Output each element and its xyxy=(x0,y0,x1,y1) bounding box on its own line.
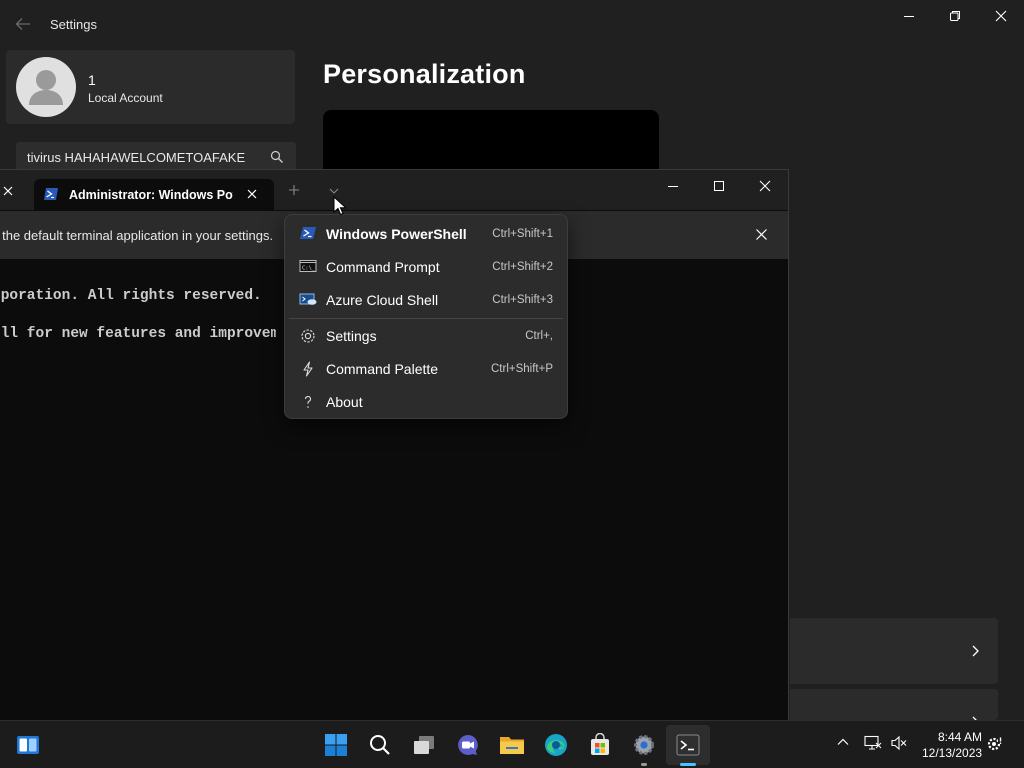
clock-date[interactable]: 12/13/2023 xyxy=(922,746,982,760)
notification-settings-icon[interactable] xyxy=(986,735,1004,753)
menu-item-shortcut: Ctrl+Shift+3 xyxy=(492,294,553,306)
settings-title: Settings xyxy=(50,17,97,32)
infobar-message: s the default terminal application in yo… xyxy=(0,228,274,243)
network-icon[interactable] xyxy=(864,735,882,751)
menu-item-shortcut: Ctrl+, xyxy=(525,330,553,342)
menu-item-label: Command Palette xyxy=(326,361,439,377)
task-view-icon[interactable] xyxy=(410,731,438,759)
account-type: Local Account xyxy=(88,91,163,105)
settings-gear-icon[interactable] xyxy=(630,731,658,759)
menu-item-command-palette[interactable]: Command Palette Ctrl+Shift+P xyxy=(289,353,563,385)
settings-row[interactable] xyxy=(790,618,998,684)
running-indicator xyxy=(641,763,647,766)
volume-muted-icon[interactable] xyxy=(890,735,908,751)
menu-item-shortcut: Ctrl+Shift+P xyxy=(491,363,553,375)
menu-item-label: Command Prompt xyxy=(326,259,440,275)
new-tab-dropdown-menu: Windows PowerShell Ctrl+Shift+1 C:\_ Com… xyxy=(284,214,568,419)
close-icon[interactable] xyxy=(755,228,768,241)
restore-button[interactable] xyxy=(932,0,978,32)
menu-item-windows-powershell[interactable]: Windows PowerShell Ctrl+Shift+1 xyxy=(289,218,563,250)
page-title: Personalization xyxy=(323,59,526,89)
close-icon[interactable] xyxy=(246,188,258,200)
search-icon[interactable] xyxy=(270,150,284,164)
close-button[interactable] xyxy=(978,0,1024,32)
maximize-button[interactable] xyxy=(696,170,742,202)
terminal-app-button[interactable] xyxy=(666,725,710,765)
azure-cloud-shell-icon xyxy=(299,292,317,308)
microsoft-store-icon[interactable] xyxy=(586,731,614,759)
menu-item-label: Azure Cloud Shell xyxy=(326,292,439,308)
terminal-tab-bar: Administrator: Windows PowerShell xyxy=(0,170,788,210)
menu-item-azure-cloud-shell[interactable]: Azure Cloud Shell Ctrl+Shift+3 xyxy=(289,284,563,316)
mouse-pointer-icon xyxy=(333,196,346,216)
edge-browser-icon[interactable] xyxy=(542,731,570,759)
menu-item-shortcut: Ctrl+Shift+2 xyxy=(492,261,553,273)
start-windows-icon[interactable] xyxy=(322,731,350,759)
close-tab-icon[interactable] xyxy=(3,186,13,196)
menu-separator xyxy=(289,318,563,319)
question-icon xyxy=(299,394,317,410)
powershell-icon xyxy=(299,226,317,242)
powershell-icon xyxy=(43,187,59,201)
menu-item-label: Windows PowerShell xyxy=(326,226,467,242)
back-arrow-icon[interactable] xyxy=(14,16,32,32)
menu-item-settings[interactable]: Settings Ctrl+, xyxy=(289,320,563,352)
search-icon[interactable] xyxy=(366,731,394,759)
menu-item-label: About xyxy=(326,394,363,410)
settings-search-input[interactable]: tivirus HAHAHAWELCOMETOAFAKE xyxy=(16,142,296,172)
avatar xyxy=(16,57,76,117)
menu-item-about[interactable]: About xyxy=(289,386,563,418)
minimize-button[interactable] xyxy=(650,170,696,202)
account-name: 1 xyxy=(88,72,96,88)
minimize-button[interactable] xyxy=(886,0,932,32)
active-indicator xyxy=(680,763,696,766)
gear-icon xyxy=(299,328,317,344)
widgets-icon[interactable] xyxy=(14,731,42,759)
command-prompt-icon: C:\_ xyxy=(299,259,317,275)
terminal-output-line: rporation. All rights reserved. xyxy=(0,288,262,304)
chevron-down-icon[interactable] xyxy=(328,187,340,195)
svg-text:C:\_: C:\_ xyxy=(302,266,316,272)
file-explorer-icon[interactable] xyxy=(498,731,526,759)
menu-item-shortcut: Ctrl+Shift+1 xyxy=(492,228,553,240)
lightning-icon xyxy=(299,361,317,377)
taskbar: 8:44 AM 12/13/2023 xyxy=(0,720,1024,768)
chevron-up-icon[interactable] xyxy=(836,735,850,749)
chat-icon[interactable] xyxy=(454,731,482,759)
tab-powershell[interactable]: Administrator: Windows PowerShell xyxy=(34,179,274,210)
search-value: tivirus HAHAHAWELCOMETOAFAKE xyxy=(27,150,246,165)
menu-item-label: Settings xyxy=(326,328,377,344)
clock-time[interactable]: 8:44 AM xyxy=(922,730,982,744)
tab-title: Administrator: Windows PowerShell xyxy=(69,188,233,202)
account-card[interactable]: 1 Local Account xyxy=(6,50,295,124)
menu-item-command-prompt[interactable]: C:\_ Command Prompt Ctrl+Shift+2 xyxy=(289,251,563,283)
chevron-right-icon xyxy=(972,645,979,657)
terminal-icon xyxy=(676,734,700,756)
new-tab-button[interactable] xyxy=(288,184,300,196)
settings-row[interactable] xyxy=(790,689,998,728)
terminal-output-line: ell for new features and improvements! xyxy=(0,326,276,342)
person-icon xyxy=(29,70,63,105)
settings-titlebar: Settings xyxy=(0,0,1024,48)
close-button[interactable] xyxy=(742,170,788,202)
